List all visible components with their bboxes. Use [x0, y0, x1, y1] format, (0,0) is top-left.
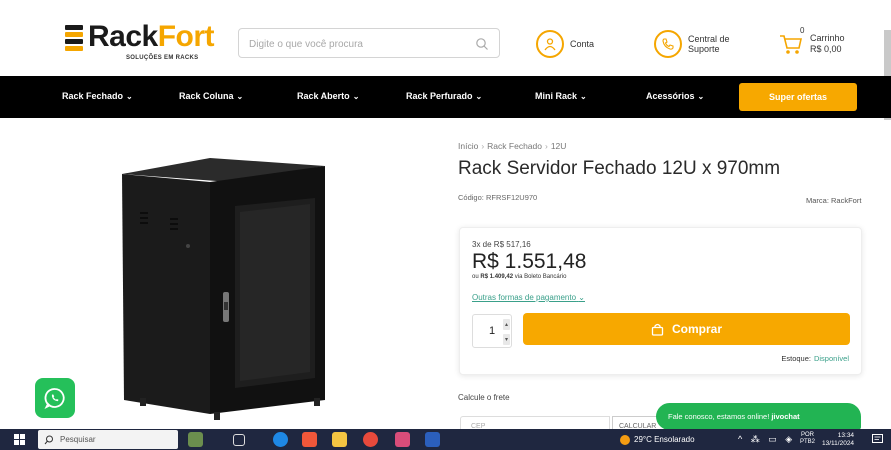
- search-input[interactable]: [249, 35, 469, 53]
- cart-count: 0: [800, 26, 805, 35]
- edge-icon[interactable]: [273, 432, 288, 447]
- breadcrumb: Início › Rack Fechado › 12U: [458, 141, 567, 151]
- whatsapp-button[interactable]: [35, 378, 75, 418]
- nav-rack-aberto[interactable]: Rack Aberto ⌄: [297, 91, 359, 101]
- bag-icon: [651, 323, 664, 336]
- nav-rack-fechado[interactable]: Rack Fechado ⌄: [62, 91, 133, 101]
- whatsapp-icon: [44, 388, 65, 410]
- phone-icon: [654, 30, 682, 58]
- windows-taskbar: Pesquisar 29°C Ensolarado ^ ⁂ ▭ ◈ POR PTB…: [0, 429, 891, 450]
- increment-button[interactable]: ▴: [503, 319, 510, 330]
- task-view-icon[interactable]: [233, 434, 245, 446]
- page: RackFort SOLUÇÕES EM RACKS Conta: [0, 0, 891, 450]
- clock[interactable]: 13:34 13/11/2024: [822, 432, 854, 447]
- folder-icon[interactable]: [332, 432, 347, 447]
- chevron-down-icon: ⌄: [475, 92, 483, 101]
- product-image[interactable]: [110, 152, 335, 424]
- product-sku: Código: RFRSF12U970: [458, 193, 538, 202]
- cart-link[interactable]: 0 Carrinho R$ 0,00: [778, 26, 845, 60]
- chevron-down-icon: ⌄: [578, 293, 585, 302]
- product-title: Rack Servidor Fechado 12U x 970mm: [458, 158, 781, 179]
- live-chat-widget[interactable]: Fale conosco, estamos online! jivochat: [656, 403, 861, 430]
- site-header: RackFort SOLUÇÕES EM RACKS Conta: [0, 0, 891, 75]
- app-icon[interactable]: [395, 432, 410, 447]
- rack-logo-icon: [65, 25, 83, 51]
- chrome-icon[interactable]: [363, 432, 378, 447]
- nav-acessorios[interactable]: Acessórios ⌄: [646, 91, 704, 101]
- user-icon: [536, 30, 564, 58]
- logo[interactable]: RackFort SOLUÇÕES EM RACKS: [62, 20, 215, 65]
- nav-rack-perfurado[interactable]: Rack Perfurado ⌄: [406, 91, 482, 101]
- cart-summary: Carrinho R$ 0,00: [810, 33, 845, 54]
- super-offers-button[interactable]: Super ofertas: [739, 83, 857, 111]
- search-icon: [44, 435, 53, 444]
- breadcrumb-rack-fechado[interactable]: Rack Fechado: [487, 141, 542, 151]
- windows-start-icon[interactable]: [14, 434, 25, 445]
- search-box: [238, 28, 500, 58]
- buy-box: 3x de R$ 517,16 R$ 1.551,48 ou R$ 1.409,…: [459, 227, 862, 375]
- chevron-down-icon: ⌄: [126, 92, 133, 101]
- product-price: R$ 1.551,48: [472, 250, 587, 273]
- weather-text[interactable]: 29°C Ensolarado: [634, 435, 695, 444]
- system-tray-icons[interactable]: ^ ⁂ ▭ ◈: [738, 434, 795, 445]
- widget-icon[interactable]: [188, 432, 203, 447]
- account-label: Conta: [570, 39, 595, 49]
- chevron-down-icon: ⌄: [236, 92, 244, 101]
- weather-icon: [620, 435, 630, 445]
- logo-wordmark: RackFort: [88, 20, 215, 53]
- breadcrumb-12u[interactable]: 12U: [551, 141, 567, 151]
- buy-button[interactable]: Comprar: [523, 313, 850, 345]
- decrement-button[interactable]: ▾: [503, 334, 510, 345]
- payment-options-link[interactable]: Outras formas de pagamento ⌄: [472, 293, 585, 302]
- taskbar-search[interactable]: Pesquisar: [38, 430, 178, 449]
- language-indicator[interactable]: POR PTB2: [800, 432, 815, 446]
- nav-rack-coluna[interactable]: Rack Coluna ⌄: [179, 91, 243, 101]
- logo-tagline: SOLUÇÕES EM RACKS: [126, 55, 199, 61]
- boleto-price: ou R$ 1.409,42 via Boleto Bancário: [472, 274, 567, 280]
- brave-icon[interactable]: [302, 432, 317, 447]
- breadcrumb-home[interactable]: Início: [458, 141, 478, 151]
- product-brand: Marca: RackFort: [806, 196, 862, 205]
- chevron-down-icon: ⌄: [580, 92, 587, 101]
- account-link[interactable]: Conta: [536, 28, 594, 60]
- notification-icon[interactable]: [872, 434, 883, 445]
- quantity-stepper[interactable]: 1 ▴ ▾: [472, 314, 512, 348]
- nav-mini-rack[interactable]: Mini Rack ⌄: [535, 91, 587, 101]
- installments-text: 3x de R$ 517,16: [472, 240, 531, 249]
- support-link[interactable]: Central de Suporte: [654, 28, 730, 60]
- quantity-value[interactable]: 1: [489, 325, 495, 337]
- search-icon[interactable]: [475, 37, 489, 51]
- shipping-label: Calcule o frete: [458, 393, 510, 402]
- chevron-down-icon: ⌄: [352, 92, 360, 101]
- stock-status: Estoque: Disponível: [781, 354, 849, 363]
- word-icon[interactable]: [425, 432, 440, 447]
- chevron-down-icon: ⌄: [697, 92, 705, 101]
- support-label: Central de Suporte: [688, 34, 730, 54]
